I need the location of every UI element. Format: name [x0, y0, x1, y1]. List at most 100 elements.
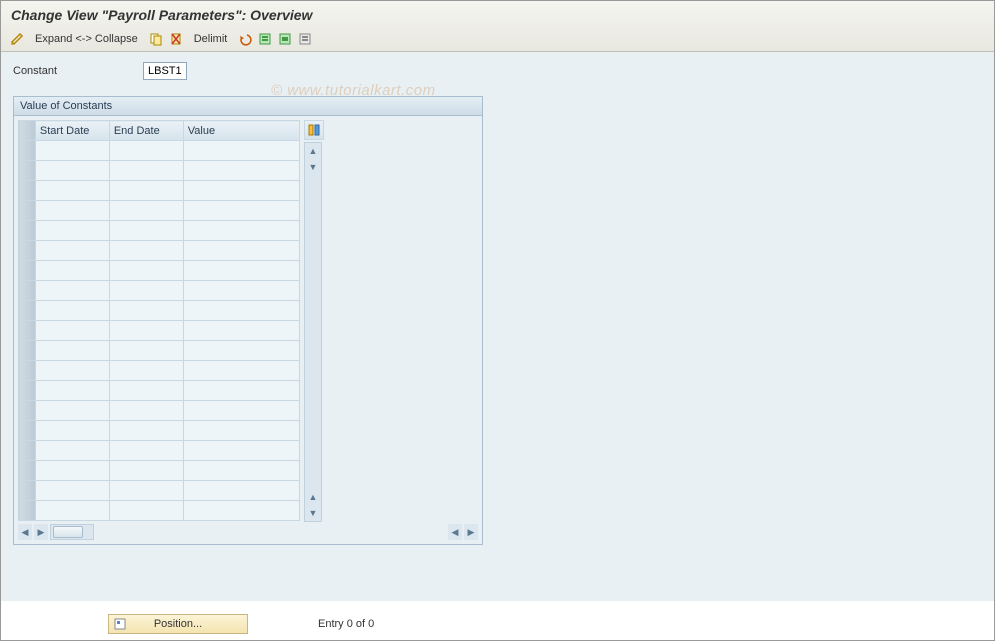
cell-end[interactable]: [109, 321, 183, 341]
cell-start[interactable]: [35, 281, 109, 301]
row-selector[interactable]: [19, 441, 36, 461]
horizontal-scrollbar[interactable]: [50, 524, 94, 540]
table-row[interactable]: [19, 321, 300, 341]
scroll-up-icon[interactable]: ▲: [305, 143, 321, 159]
row-selector[interactable]: [19, 181, 36, 201]
undo-icon[interactable]: [237, 31, 253, 47]
cell-value[interactable]: [183, 301, 299, 321]
row-selector[interactable]: [19, 501, 36, 521]
row-selector[interactable]: [19, 341, 36, 361]
expand-collapse-button[interactable]: Expand <-> Collapse: [29, 31, 144, 47]
cell-start[interactable]: [35, 321, 109, 341]
cell-end[interactable]: [109, 361, 183, 381]
scroll-down-icon[interactable]: ▼: [305, 505, 321, 521]
row-selector[interactable]: [19, 301, 36, 321]
cell-value[interactable]: [183, 261, 299, 281]
cell-start[interactable]: [35, 241, 109, 261]
select-block-icon[interactable]: [277, 31, 293, 47]
cell-start[interactable]: [35, 461, 109, 481]
scroll-first-icon[interactable]: ◀: [18, 524, 32, 540]
cell-end[interactable]: [109, 441, 183, 461]
scroll-left-icon[interactable]: ▶: [34, 524, 48, 540]
row-selector[interactable]: [19, 281, 36, 301]
cell-start[interactable]: [35, 301, 109, 321]
table-row[interactable]: [19, 441, 300, 461]
cell-value[interactable]: [183, 241, 299, 261]
cell-value[interactable]: [183, 161, 299, 181]
cell-end[interactable]: [109, 141, 183, 161]
select-all-rows[interactable]: [19, 121, 36, 141]
table-row[interactable]: [19, 241, 300, 261]
cell-start[interactable]: [35, 501, 109, 521]
delimit-button[interactable]: Delimit: [188, 31, 234, 47]
cell-end[interactable]: [109, 501, 183, 521]
row-selector[interactable]: [19, 421, 36, 441]
table-row[interactable]: [19, 481, 300, 501]
cell-value[interactable]: [183, 281, 299, 301]
cell-end[interactable]: [109, 201, 183, 221]
position-button[interactable]: Position...: [108, 614, 248, 634]
deselect-all-icon[interactable]: [297, 31, 313, 47]
cell-start[interactable]: [35, 441, 109, 461]
col-start-date[interactable]: Start Date: [35, 121, 109, 141]
cell-end[interactable]: [109, 341, 183, 361]
cell-end[interactable]: [109, 461, 183, 481]
table-row[interactable]: [19, 221, 300, 241]
cell-end[interactable]: [109, 161, 183, 181]
row-selector[interactable]: [19, 401, 36, 421]
cell-value[interactable]: [183, 401, 299, 421]
row-selector[interactable]: [19, 381, 36, 401]
cell-end[interactable]: [109, 261, 183, 281]
row-selector[interactable]: [19, 261, 36, 281]
col-value[interactable]: Value: [183, 121, 299, 141]
table-row[interactable]: [19, 401, 300, 421]
table-row[interactable]: [19, 361, 300, 381]
cell-end[interactable]: [109, 381, 183, 401]
cell-value[interactable]: [183, 321, 299, 341]
table-row[interactable]: [19, 281, 300, 301]
cell-value[interactable]: [183, 201, 299, 221]
cell-end[interactable]: [109, 481, 183, 501]
vertical-scrollbar[interactable]: ▲ ▼ ▲ ▼: [304, 142, 322, 522]
cell-end[interactable]: [109, 221, 183, 241]
cell-value[interactable]: [183, 141, 299, 161]
row-selector[interactable]: [19, 461, 36, 481]
cell-value[interactable]: [183, 481, 299, 501]
scroll-down-icon[interactable]: ▼: [305, 159, 321, 175]
cell-value[interactable]: [183, 381, 299, 401]
row-selector[interactable]: [19, 241, 36, 261]
cell-end[interactable]: [109, 281, 183, 301]
row-selector[interactable]: [19, 201, 36, 221]
table-row[interactable]: [19, 381, 300, 401]
cell-value[interactable]: [183, 361, 299, 381]
cell-start[interactable]: [35, 481, 109, 501]
cell-start[interactable]: [35, 341, 109, 361]
cell-value[interactable]: [183, 181, 299, 201]
cell-start[interactable]: [35, 381, 109, 401]
cell-start[interactable]: [35, 201, 109, 221]
cell-end[interactable]: [109, 301, 183, 321]
row-selector[interactable]: [19, 321, 36, 341]
cell-value[interactable]: [183, 441, 299, 461]
table-row[interactable]: [19, 341, 300, 361]
table-row[interactable]: [19, 421, 300, 441]
row-selector[interactable]: [19, 361, 36, 381]
scroll-up-icon[interactable]: ▲: [305, 489, 321, 505]
cell-start[interactable]: [35, 261, 109, 281]
cell-start[interactable]: [35, 221, 109, 241]
col-end-date[interactable]: End Date: [109, 121, 183, 141]
row-selector[interactable]: [19, 221, 36, 241]
copy-icon[interactable]: [148, 31, 164, 47]
cell-value[interactable]: [183, 421, 299, 441]
row-selector[interactable]: [19, 161, 36, 181]
cell-start[interactable]: [35, 181, 109, 201]
cell-value[interactable]: [183, 461, 299, 481]
cell-start[interactable]: [35, 161, 109, 181]
toggle-display-change-icon[interactable]: [9, 31, 25, 47]
cell-end[interactable]: [109, 241, 183, 261]
delete-icon[interactable]: [168, 31, 184, 47]
scroll-right-icon[interactable]: ◀: [448, 524, 462, 540]
cell-value[interactable]: [183, 221, 299, 241]
cell-start[interactable]: [35, 141, 109, 161]
cell-value[interactable]: [183, 501, 299, 521]
